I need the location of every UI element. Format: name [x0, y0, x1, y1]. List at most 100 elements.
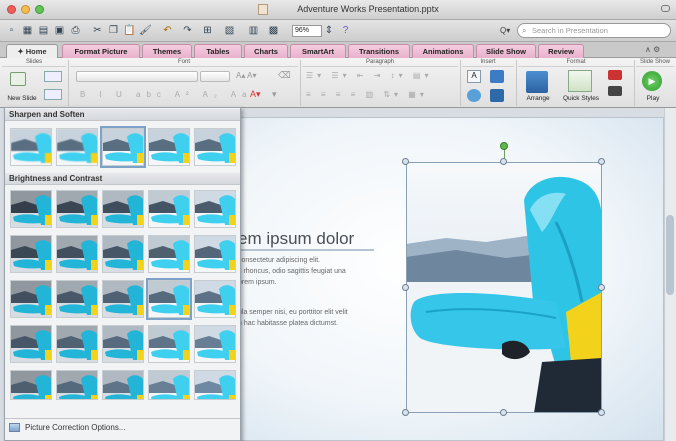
tab-charts[interactable]: Charts [244, 44, 288, 58]
close-window-icon[interactable] [7, 5, 16, 14]
format-painter-icon[interactable]: 🖌 [138, 23, 153, 38]
brightness-contrast-thumbnail[interactable] [10, 370, 52, 400]
fill-icon[interactable] [608, 70, 622, 80]
section-icon[interactable] [44, 89, 62, 100]
shape-icon[interactable] [467, 89, 481, 102]
resize-handle[interactable] [402, 284, 409, 291]
list-icons[interactable]: ☰▾ ☰▾ ⇤ ⇥ ↕▾ ▤▾ [306, 71, 432, 80]
brightness-contrast-thumbnail[interactable] [194, 280, 236, 318]
media-insert-icon[interactable] [490, 89, 504, 102]
sharpen-thumbnail[interactable] [10, 128, 52, 166]
zoom-stepper-icon[interactable]: ⇕ [324, 23, 334, 38]
save-icon[interactable]: ▣ [52, 23, 67, 38]
new-slide-icon[interactable] [10, 72, 26, 86]
brightness-contrast-thumbnail[interactable] [102, 325, 144, 363]
brightness-contrast-thumbnail[interactable] [10, 190, 52, 228]
brightness-contrast-thumbnail[interactable] [56, 280, 98, 318]
new-slide-button-label[interactable]: New Slide [4, 95, 40, 102]
tab-tables[interactable]: Tables [194, 44, 242, 58]
search-input[interactable]: Search in Presentation [517, 23, 671, 38]
line-icon[interactable] [608, 86, 622, 96]
brightness-contrast-thumbnail[interactable] [148, 325, 190, 363]
print-icon[interactable]: ⎙ [68, 23, 83, 38]
brightness-contrast-thumbnail[interactable] [102, 280, 144, 318]
play-button-label[interactable]: Play [638, 95, 668, 102]
sharpen-thumbnail[interactable] [100, 126, 146, 168]
slide-body-line[interactable]: ula semper nisi, eu porttitor elit velit [238, 309, 348, 316]
layout-icon[interactable] [44, 71, 62, 82]
tab-animations[interactable]: Animations [412, 44, 474, 58]
grow-font-icon[interactable]: A▴ A▾ [236, 71, 256, 80]
sharpen-thumbnail[interactable] [148, 128, 190, 166]
search-scope-icon[interactable]: Q▾ [500, 26, 510, 35]
brightness-contrast-thumbnail[interactable] [148, 190, 190, 228]
help-icon[interactable]: ? [338, 23, 353, 38]
brightness-contrast-thumbnail[interactable] [194, 190, 236, 228]
gallery-view-icon[interactable]: ▧ [222, 23, 237, 38]
font-style-icons[interactable]: B I U abc A² A₂ Aa [80, 90, 252, 99]
insert-icon[interactable]: ⊞ [200, 23, 215, 38]
brightness-contrast-thumbnail[interactable] [56, 325, 98, 363]
play-icon[interactable]: ▶ [642, 71, 662, 91]
tab-home[interactable]: ✦ Home [6, 44, 58, 58]
paste-icon[interactable]: 📋 [122, 23, 137, 38]
resize-handle[interactable] [598, 158, 605, 165]
resize-handle[interactable] [598, 409, 605, 416]
resize-handle[interactable] [500, 409, 507, 416]
slide-body-line[interactable]: n hac habitasse platea dictumst. [238, 320, 338, 327]
brightness-contrast-thumbnail[interactable] [56, 235, 98, 273]
resize-handle[interactable] [402, 409, 409, 416]
resize-handle[interactable] [402, 158, 409, 165]
tab-smartart[interactable]: SmartArt [290, 44, 346, 58]
slide-body-line[interactable]: s rhoncus, odio sagittis feugiat una [238, 268, 346, 275]
rotate-handle[interactable] [500, 142, 508, 150]
quick-styles-button-label[interactable]: Quick Styles [558, 95, 604, 102]
open-icon[interactable]: ▤ [36, 23, 51, 38]
slide-title[interactable]: em ipsum dolor [238, 229, 354, 249]
font-color-icon[interactable]: A▾ [250, 89, 261, 100]
picture-icon[interactable] [490, 70, 504, 83]
tab-transitions[interactable]: Transitions [348, 44, 410, 58]
picture-correction-options[interactable]: Picture Correction Options... [5, 418, 240, 436]
ribbon-collapse-icon[interactable]: ∧ ⚙ [645, 45, 660, 54]
brightness-contrast-thumbnail[interactable] [56, 190, 98, 228]
arrange-icon[interactable] [526, 71, 548, 93]
arrange-button-label[interactable]: Arrange [520, 95, 556, 102]
minimize-window-icon[interactable] [21, 5, 30, 14]
sharpen-thumbnail[interactable] [194, 128, 236, 166]
brightness-contrast-thumbnail[interactable] [10, 280, 52, 318]
toolbar-toggle-icon[interactable] [661, 5, 670, 12]
tab-format-picture[interactable]: Format Picture [62, 44, 140, 58]
highlight-icon[interactable]: ▾ [272, 89, 277, 100]
brightness-contrast-thumbnail[interactable] [146, 278, 192, 320]
brightness-contrast-thumbnail[interactable] [10, 235, 52, 273]
brightness-contrast-thumbnail[interactable] [102, 370, 144, 400]
tab-review[interactable]: Review [538, 44, 584, 58]
font-size-dropdown[interactable] [200, 71, 230, 82]
brightness-contrast-thumbnail[interactable] [148, 370, 190, 400]
brightness-contrast-thumbnail[interactable] [148, 235, 190, 273]
clear-formatting-icon[interactable]: ⌫ [278, 70, 291, 81]
resize-handle[interactable] [598, 284, 605, 291]
alignment-icons[interactable]: ≡ ≡ ≡ ≡ ▥ ⇅▾ ▦▾ [306, 90, 428, 99]
brightness-contrast-thumbnail[interactable] [102, 235, 144, 273]
brightness-contrast-thumbnail[interactable] [194, 325, 236, 363]
redo-icon[interactable]: ↷ [180, 23, 195, 38]
slide-body-line[interactable]: consectetur adipiscing elit. [238, 257, 320, 264]
brightness-contrast-thumbnail[interactable] [10, 325, 52, 363]
gallery-icon[interactable]: ▦ [20, 23, 35, 38]
quick-styles-icon[interactable] [568, 70, 592, 92]
font-name-dropdown[interactable] [76, 71, 198, 82]
copy-icon[interactable]: ❐ [106, 23, 121, 38]
text-box-icon[interactable]: A [467, 70, 481, 83]
cut-icon[interactable]: ✂ [90, 23, 105, 38]
brightness-contrast-thumbnail[interactable] [56, 370, 98, 400]
brightness-contrast-thumbnail[interactable] [194, 235, 236, 273]
slide-body-line[interactable]: orem ipsum. [238, 279, 277, 286]
toolbox-icon[interactable]: ▥ [246, 23, 261, 38]
zoom-field[interactable]: 96% [292, 25, 322, 37]
media-icon[interactable]: ▩ [266, 23, 281, 38]
undo-icon[interactable]: ↶ [160, 23, 175, 38]
scrollbar-thumb[interactable] [666, 215, 674, 295]
new-icon[interactable]: ▫ [4, 23, 19, 38]
